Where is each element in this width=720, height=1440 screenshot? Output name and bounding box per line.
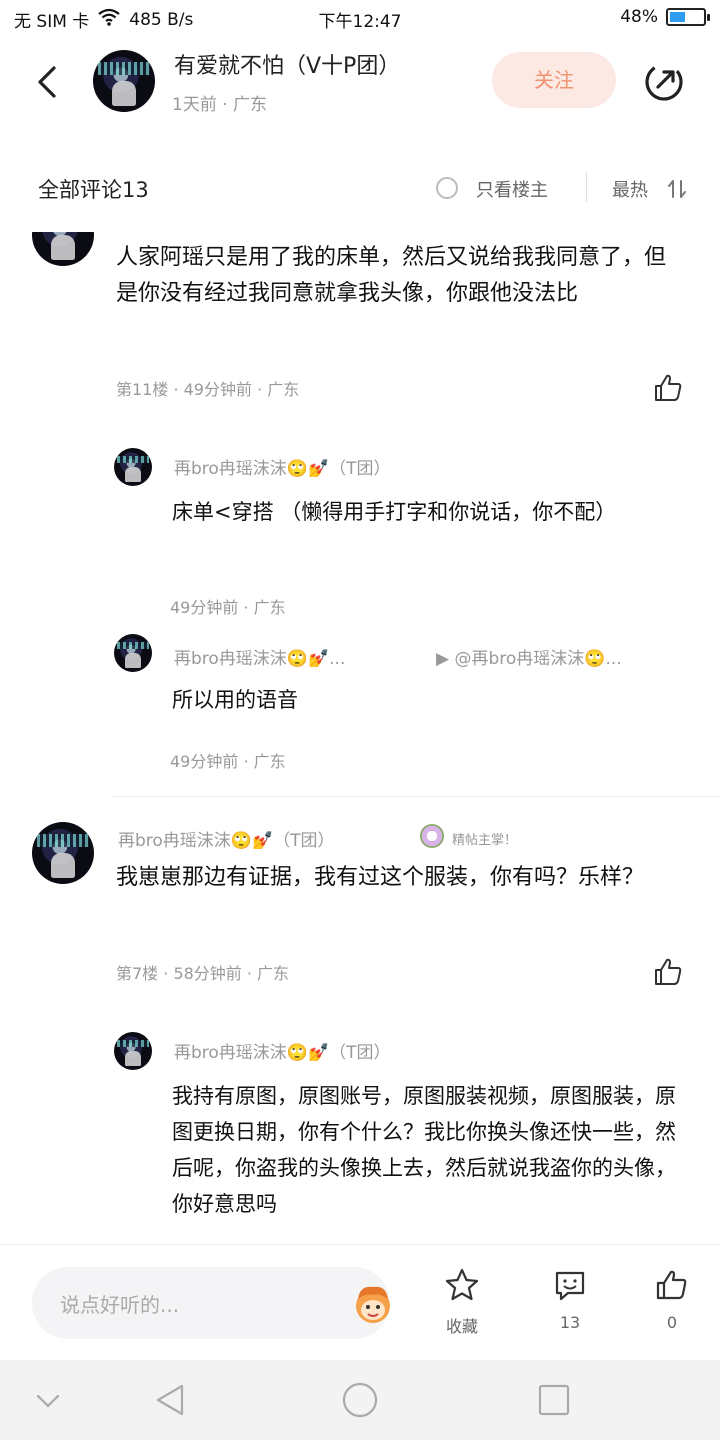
nav-back-icon[interactable] [150,1380,190,1420]
comment-meta: 第11楼 · 49分钟前 · 广东 [116,380,300,399]
reply-avatar[interactable] [114,448,152,486]
comment-filter-bar: 全部评论13 只看楼主 最热 [0,160,720,214]
like-count: 0 [666,1313,678,1332]
emoji-icon[interactable] [350,1281,396,1327]
reply-author[interactable]: 再bro冉瑶沫沫🙄💅（T团） [174,1038,391,1063]
comment-input[interactable]: 说点好听的... [32,1267,390,1339]
share-icon[interactable] [642,60,686,104]
like-button[interactable]: 0 [642,1267,702,1332]
reply-meta: 49分钟前 · 广东 [170,752,286,771]
bottom-action-bar: 说点好听的... 收藏 13 0 [0,1244,720,1360]
author-name[interactable]: 有爱就不怕（V十P团） [174,48,400,80]
reply-text: 床单<穿搭 （懒得用手打字和你说话，你不配） [172,500,617,524]
clock: 下午12:47 [318,12,402,32]
favorite-label: 收藏 [445,1317,478,1336]
only-op-label[interactable]: 只看楼主 [476,176,548,202]
status-right: 48% [620,7,710,27]
reply-avatar[interactable] [114,1032,152,1070]
hide-keyboard-chevron-icon[interactable] [28,1380,68,1420]
badge-label: 精帖主掌！ [452,833,518,848]
star-icon [445,1268,479,1301]
all-comments-title: 全部评论13 [38,178,149,202]
status-bar: 无 SIM 卡 485 B/s 下午12:47 48% [0,0,720,34]
like-icon[interactable] [652,372,684,404]
battery-percent: 48% [620,7,658,27]
reply-avatar[interactable] [114,634,152,672]
nav-recents-icon[interactable] [534,1380,574,1420]
comment-meta: 第7楼 · 58分钟前 · 广东 [116,964,290,983]
comment-count: 13 [559,1313,581,1332]
comment-divider [112,796,720,797]
commenter-name[interactable]: 再bro冉瑶沫沫🙄💅（T团） [118,826,335,851]
sort-hottest[interactable]: 最热 [612,176,648,202]
badge-icon [420,824,444,848]
only-op-radio[interactable] [436,177,458,199]
commenter-avatar[interactable] [32,232,94,266]
comment-list: 人家阿瑶只是用了我的床单，然后又说给我我同意了，但是你没有经过我同意就拿我头像，… [0,232,720,1244]
comment-text: 我崽崽那边有证据，我有过这个服装，你有吗？乐样？ [116,865,645,890]
comment-bubble-icon [555,1271,585,1301]
sort-icon[interactable] [666,178,688,200]
reply-author[interactable]: 再bro冉瑶沫沫🙄💅（T团） [174,454,391,479]
post-header: 有爱就不怕（V十P团） 1天前 · 广东 关注 [0,40,720,130]
nav-home-icon[interactable] [340,1380,380,1420]
back-arrow-icon[interactable] [30,62,70,102]
battery-fill [670,12,686,22]
system-nav-bar [0,1360,720,1440]
reply-text: 所以用的语音 [172,688,298,712]
comment-button[interactable]: 13 [540,1267,600,1332]
battery-icon [666,8,710,26]
favorite-button[interactable]: 收藏 [432,1267,492,1337]
reply-meta: 49分钟前 · 广东 [170,598,286,617]
commenter-avatar[interactable] [32,822,94,884]
author-avatar[interactable] [93,50,155,112]
like-icon[interactable] [652,956,684,988]
comment-input-placeholder: 说点好听的... [60,1293,180,1317]
divider [586,172,587,202]
post-time-location: 1天前 · 广东 [172,95,268,115]
comment-text: 人家阿瑶只是用了我的床单，然后又说给我我同意了，但是你没有经过我同意就拿我头像，… [116,245,667,306]
reply-to-target[interactable]: ▶ @再bro冉瑶沫沫🙄... [436,644,622,669]
reply-text: 我持有原图，原图账号，原图服装视频，原图服装，原图更换日期，你有个什么？我比你换… [172,1084,676,1216]
thumbs-up-icon [656,1270,687,1300]
reply-author[interactable]: 再bro冉瑶沫沫🙄💅... [174,644,345,669]
follow-button[interactable]: 关注 [492,52,616,108]
